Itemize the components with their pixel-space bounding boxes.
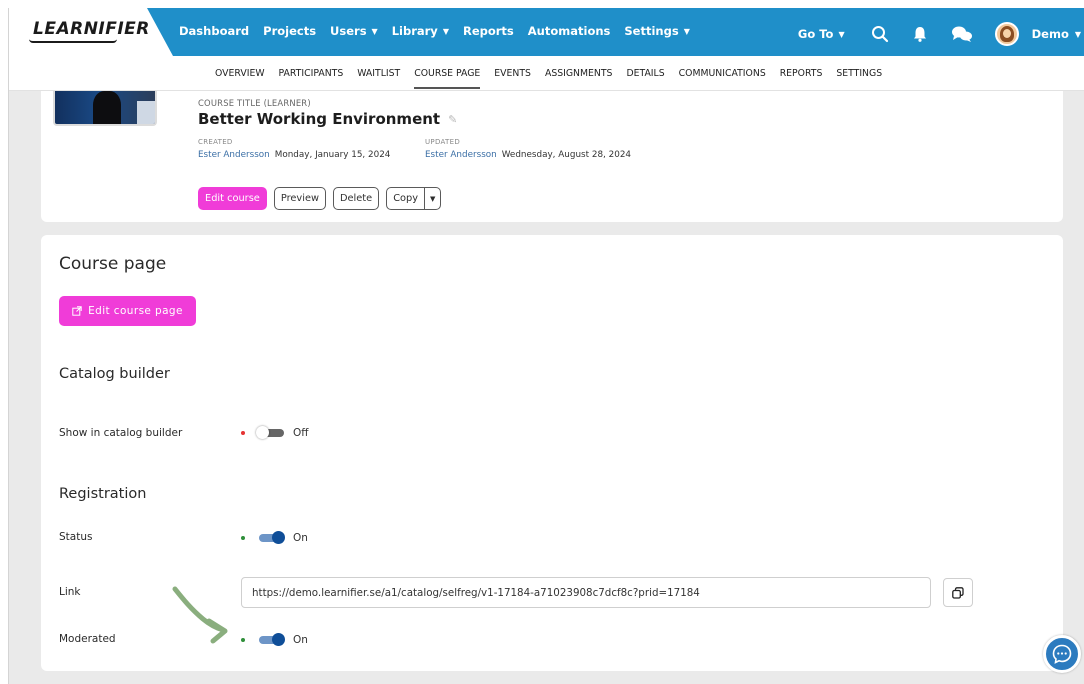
moderated-dot-on <box>241 637 245 642</box>
course-header-card: COURSE TITLE (LEARNER) Better Working En… <box>41 91 1063 222</box>
course-tabs-bar: OVERVIEW PARTICIPANTS WAITLIST COURSE PA… <box>9 56 1084 91</box>
show-in-catalog-state: Off <box>293 426 309 439</box>
moderated-toggle[interactable] <box>256 633 285 646</box>
moderated-state: On <box>293 633 308 646</box>
catalog-builder-heading: Catalog builder <box>59 366 170 382</box>
nav-users[interactable]: Users ▼ <box>330 24 378 38</box>
registration-heading: Registration <box>59 486 147 502</box>
top-navbar: LEARNIFIER Dashboard Projects Users ▼ Lib… <box>9 8 1084 56</box>
copy-split-button: Copy ▼ <box>386 187 442 210</box>
search-icon[interactable] <box>871 25 889 43</box>
app-frame: LEARNIFIER Dashboard Projects Users ▼ Lib… <box>8 8 1084 684</box>
moderated-label: Moderated <box>59 633 116 645</box>
caret-down-icon: ▼ <box>683 26 690 36</box>
updated-by[interactable]: Ester Andersson <box>425 150 497 160</box>
registration-link-field[interactable]: https://demo.learnifier.se/a1/catalog/se… <box>241 577 931 608</box>
course-page-heading: Course page <box>59 254 167 274</box>
logo-swoosh-icon <box>29 39 117 43</box>
nav-automations[interactable]: Automations <box>528 24 611 38</box>
created-date: Monday, January 15, 2024 <box>274 150 391 160</box>
caret-down-icon: ▼ <box>371 26 378 36</box>
moderated-toggle-row: On <box>241 633 308 646</box>
course-tabs: OVERVIEW PARTICIPANTS WAITLIST COURSE PA… <box>215 68 896 90</box>
tab-details[interactable]: DETAILS <box>626 68 664 90</box>
nav-library[interactable]: Library ▼ <box>392 24 449 38</box>
created-by[interactable]: Ester Andersson <box>198 150 270 160</box>
tab-events[interactable]: EVENTS <box>494 68 531 90</box>
link-label: Link <box>59 586 81 598</box>
tab-communications[interactable]: COMMUNICATIONS <box>679 68 766 90</box>
delete-button[interactable]: Delete <box>332 187 380 210</box>
caret-down-icon: ▼ <box>1074 29 1081 39</box>
tab-participants[interactable]: PARTICIPANTS <box>279 68 344 90</box>
nav-dashboard[interactable]: Dashboard <box>179 24 249 38</box>
tab-assignments[interactable]: ASSIGNMENTS <box>545 68 613 90</box>
chat-icon <box>1052 644 1072 664</box>
bell-icon[interactable] <box>911 25 929 43</box>
edit-course-page-button[interactable]: Edit course page <box>59 296 196 326</box>
course-title-label: COURSE TITLE (LEARNER) <box>198 98 311 108</box>
edit-course-button[interactable]: Edit course <box>198 187 267 210</box>
tab-course-page[interactable]: COURSE PAGE <box>414 68 481 90</box>
preview-button[interactable]: Preview <box>273 187 326 210</box>
copy-icon <box>952 586 964 599</box>
goto-menu[interactable]: Go To ▼ <box>798 27 845 41</box>
annotation-arrow-icon <box>172 586 228 644</box>
updated-info: Ester Andersson Wednesday, August 28, 202… <box>425 150 631 160</box>
tab-settings[interactable]: SETTINGS <box>836 68 882 90</box>
caret-down-icon: ▼ <box>838 29 845 39</box>
nav-reports[interactable]: Reports <box>463 24 514 38</box>
updated-date: Wednesday, August 28, 2024 <box>501 150 632 160</box>
avatar <box>994 22 1019 46</box>
nav-settings[interactable]: Settings ▼ <box>624 24 689 38</box>
updated-label: UPDATED <box>425 138 461 146</box>
logo: LEARNIFIER <box>33 19 150 39</box>
user-menu[interactable]: Demo ▼ <box>994 22 1081 46</box>
chat-bubbles-icon[interactable] <box>951 25 973 43</box>
copy-dropdown-chevron-icon[interactable]: ▼ <box>424 188 440 209</box>
show-in-catalog-toggle[interactable] <box>256 426 285 439</box>
tab-waitlist[interactable]: WAITLIST <box>357 68 400 90</box>
caret-down-icon: ▼ <box>442 26 449 36</box>
pencil-icon[interactable]: ✎ <box>448 113 457 126</box>
course-actions: Edit course Preview Delete Copy ▼ <box>198 187 442 210</box>
copy-link-button[interactable] <box>943 578 973 607</box>
show-in-catalog-label: Show in catalog builder <box>59 427 183 439</box>
created-info: Ester Andersson Monday, January 15, 2024 <box>198 150 390 160</box>
main-nav: Dashboard Projects Users ▼ Library ▼ Repor… <box>179 24 704 38</box>
nav-right: Go To ▼ Demo ▼ <box>798 22 1084 46</box>
tab-reports[interactable]: REPORTS <box>780 68 823 90</box>
external-link-icon <box>72 306 82 316</box>
course-title: Better Working Environment ✎ <box>198 110 458 128</box>
logo-area[interactable]: LEARNIFIER <box>9 8 173 56</box>
status-dot-on <box>241 535 245 540</box>
created-label: CREATED <box>198 138 233 146</box>
status-label: Status <box>59 531 93 543</box>
course-thumbnail <box>53 91 157 126</box>
show-in-catalog-toggle-row: Off <box>241 426 309 439</box>
nav-projects[interactable]: Projects <box>263 24 316 38</box>
chat-support-button[interactable] <box>1043 635 1081 673</box>
status-state: On <box>293 531 308 544</box>
status-toggle[interactable] <box>256 531 285 544</box>
copy-button[interactable]: Copy <box>387 188 424 209</box>
tab-overview[interactable]: OVERVIEW <box>215 68 265 90</box>
status-toggle-row: On <box>241 531 308 544</box>
status-dot-off <box>241 430 245 435</box>
